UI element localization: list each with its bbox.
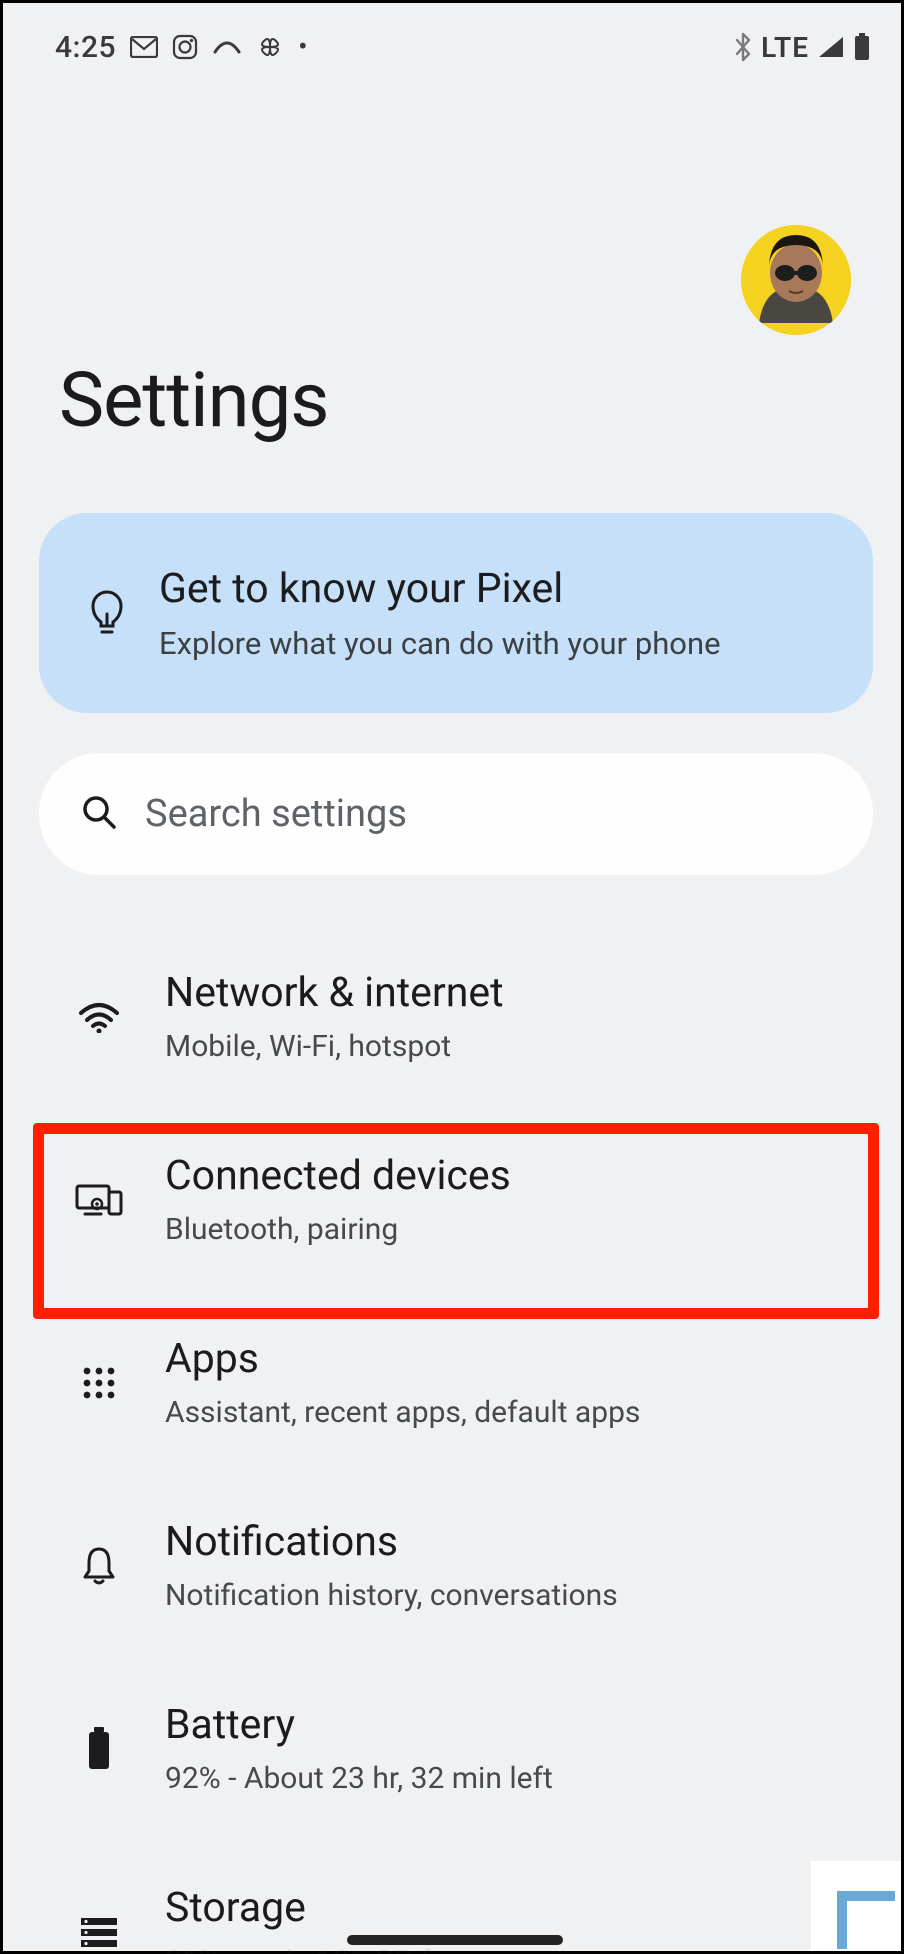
apps-icon — [75, 1366, 123, 1400]
row-apps[interactable]: Apps Assistant, recent apps, default app… — [3, 1291, 901, 1474]
status-bar: 4:25 • LTE — [3, 3, 901, 73]
pinwheel-icon — [256, 33, 284, 61]
bell-icon — [75, 1545, 123, 1587]
search-settings[interactable]: Search settings — [39, 753, 873, 875]
row-title: Notifications — [165, 1518, 861, 1566]
storage-icon — [75, 1916, 123, 1948]
row-subtitle: Assistant, recent apps, default apps — [165, 1395, 861, 1430]
promo-subtitle: Explore what you can do with your phone — [159, 625, 841, 662]
status-left: 4:25 • — [55, 30, 308, 65]
row-notifications[interactable]: Notifications Notification history, conv… — [3, 1474, 901, 1657]
row-connected-devices[interactable]: Connected devices Bluetooth, pairing — [3, 1108, 901, 1291]
row-subtitle: Mobile, Wi-Fi, hotspot — [165, 1029, 861, 1064]
search-placeholder: Search settings — [145, 792, 407, 836]
row-subtitle: Bluetooth, pairing — [165, 1212, 861, 1247]
devices-icon — [75, 1182, 123, 1218]
row-title: Connected devices — [165, 1152, 861, 1200]
row-battery[interactable]: Battery 92% - About 23 hr, 32 min left — [3, 1657, 901, 1840]
promo-text: Get to know your Pixel Explore what you … — [159, 565, 841, 662]
search-icon — [81, 794, 117, 834]
status-network-label: LTE — [761, 31, 809, 64]
settings-list: Network & internet Mobile, Wi-Fi, hotspo… — [3, 925, 901, 1954]
status-time: 4:25 — [55, 30, 116, 65]
row-title: Apps — [165, 1335, 861, 1383]
promo-title: Get to know your Pixel — [159, 565, 841, 613]
bluetooth-icon — [733, 32, 753, 62]
wifi-icon — [75, 1001, 123, 1033]
row-subtitle: Notification history, conversations — [165, 1578, 861, 1613]
battery-full-icon — [75, 1727, 123, 1771]
row-title: Battery — [165, 1701, 861, 1749]
nav-handle[interactable] — [347, 1935, 563, 1945]
row-subtitle: 92% - About 23 hr, 32 min left — [165, 1761, 861, 1796]
row-title: Storage — [165, 1884, 861, 1932]
row-title: Network & internet — [165, 969, 861, 1017]
row-subtitle: 21% used · 101 GB free — [165, 1944, 861, 1954]
row-network-internet[interactable]: Network & internet Mobile, Wi-Fi, hotspo… — [3, 925, 901, 1108]
status-right: LTE — [733, 31, 871, 64]
watermark — [811, 1861, 901, 1951]
gmail-icon — [130, 36, 158, 58]
signal-icon — [817, 35, 845, 59]
profile-avatar[interactable] — [741, 225, 851, 335]
missed-call-icon — [212, 38, 242, 56]
instagram-icon — [172, 34, 198, 60]
promo-card[interactable]: Get to know your Pixel Explore what you … — [39, 513, 873, 713]
battery-icon — [853, 33, 871, 61]
page-title: Settings — [59, 355, 329, 445]
lightbulb-icon — [83, 588, 131, 638]
